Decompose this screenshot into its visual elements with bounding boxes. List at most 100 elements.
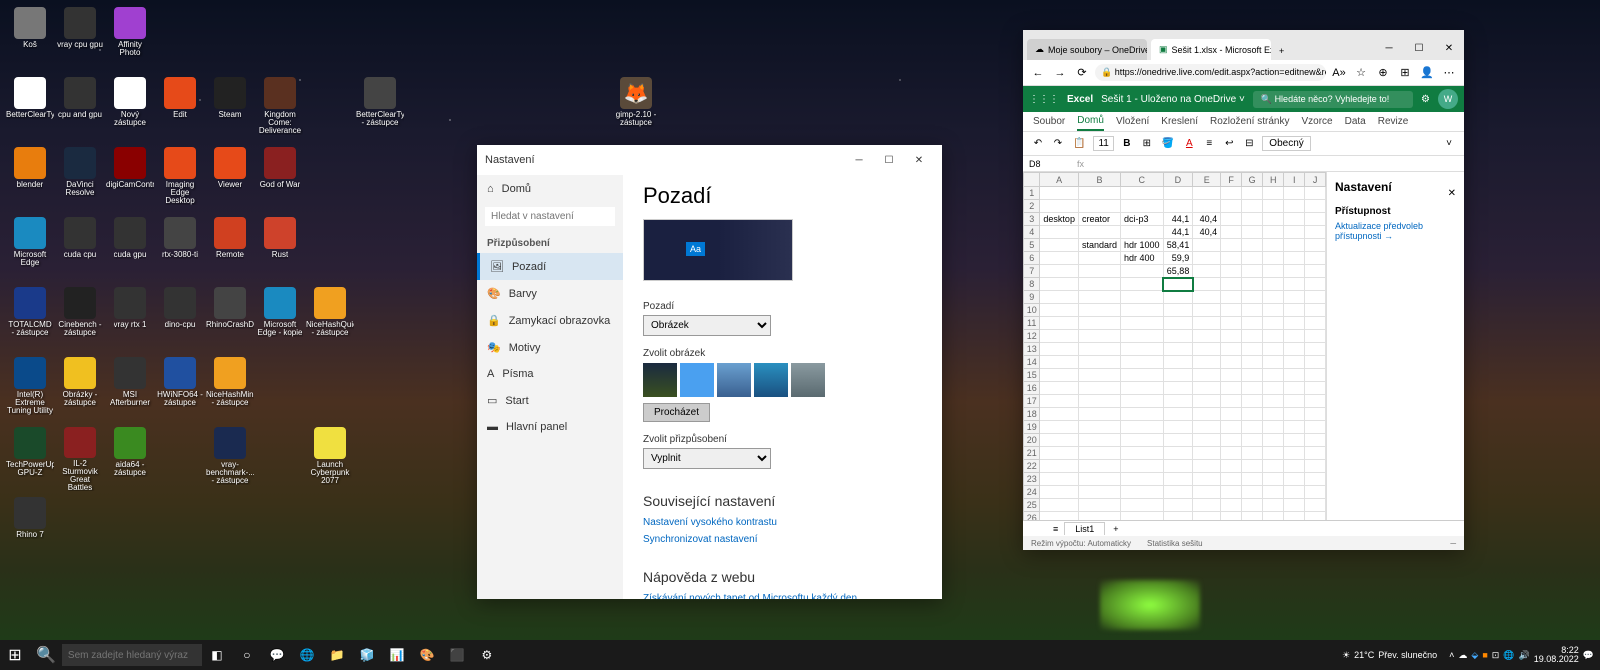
cell[interactable] [1284,512,1305,521]
desktop-icon[interactable]: Cinebench - zástupce [55,285,105,353]
cell[interactable]: hdr 400 [1120,252,1163,265]
settings-home[interactable]: ⌂Domů [477,175,623,203]
cell[interactable] [1120,473,1163,486]
cell[interactable] [1284,382,1305,395]
cell[interactable] [1284,187,1305,200]
cell[interactable] [1221,460,1242,473]
cell[interactable] [1163,304,1193,317]
collections-icon[interactable]: ⊕ [1374,64,1392,82]
cell[interactable] [1040,486,1079,499]
cell[interactable] [1221,278,1242,291]
cell[interactable] [1263,499,1284,512]
cell[interactable] [1040,460,1079,473]
cell[interactable] [1193,265,1221,278]
cell[interactable] [1263,239,1284,252]
cell[interactable] [1078,369,1120,382]
taskbar-search[interactable] [62,644,202,666]
cell[interactable] [1040,395,1079,408]
ribbon-tab[interactable]: Data [1345,113,1366,130]
cell[interactable] [1163,291,1193,304]
status-menu[interactable]: ─ [1450,539,1456,548]
cell[interactable] [1221,356,1242,369]
cell[interactable] [1040,200,1079,213]
cell[interactable] [1120,512,1163,521]
cell[interactable] [1241,317,1262,330]
col-header[interactable]: G [1241,173,1262,187]
cell[interactable]: standard [1078,239,1120,252]
cell[interactable] [1305,317,1326,330]
borders-button[interactable]: ⊞ [1140,136,1154,151]
cell[interactable] [1221,369,1242,382]
cell[interactable] [1221,434,1242,447]
taskbar-app[interactable]: 📁 [322,640,352,670]
desktop-icon[interactable]: Microsoft Edge - kopie [255,285,305,353]
settings-nav-item[interactable]: 🎭Motivy [477,334,623,361]
desktop-icon[interactable]: RhinoCrashDump [205,285,255,353]
settings-nav-item[interactable]: 🔒Zamykací obrazovka [477,307,623,334]
cell[interactable] [1163,369,1193,382]
cell[interactable] [1221,252,1242,265]
row-header[interactable]: 19 [1024,421,1040,434]
cell[interactable] [1305,239,1326,252]
cell[interactable] [1221,473,1242,486]
help-link[interactable]: Získávání nových tapet od Microsoftu kaž… [643,593,922,599]
desktop-icon[interactable]: Viewer [205,145,255,213]
cell[interactable] [1193,421,1221,434]
cell[interactable] [1193,512,1221,521]
cell[interactable]: dci-p3 [1120,213,1163,226]
cell[interactable] [1193,382,1221,395]
desktop-icon[interactable]: HWiNFO64 - zástupce [155,355,205,423]
cell[interactable] [1040,317,1079,330]
cell[interactable] [1163,200,1193,213]
cell[interactable] [1263,330,1284,343]
cell[interactable] [1263,252,1284,265]
desktop-icon[interactable]: MSI Afterburner [105,355,155,423]
cell[interactable] [1221,486,1242,499]
cell[interactable] [1078,226,1120,239]
cell[interactable] [1263,226,1284,239]
menu-icon[interactable]: ⋯ [1440,64,1458,82]
cell[interactable] [1221,187,1242,200]
tray-icon[interactable]: ■ [1482,650,1487,660]
cell[interactable] [1305,421,1326,434]
desktop-icon[interactable]: Rhino 7 [5,495,55,563]
row-header[interactable]: 18 [1024,408,1040,421]
settings-nav-item[interactable]: 🖼Pozadí [477,253,623,280]
cell[interactable] [1163,395,1193,408]
taskbar-app[interactable]: 🎨 [412,640,442,670]
settings-nav-item[interactable]: APísma [477,361,623,387]
font-color-button[interactable]: A [1182,136,1196,151]
cell[interactable] [1120,317,1163,330]
row-header[interactable]: 8 [1024,278,1040,291]
desktop-icon[interactable]: vray rtx 1 [105,285,155,353]
cell[interactable] [1305,291,1326,304]
cell[interactable]: creator [1078,213,1120,226]
close-button[interactable]: ✕ [1434,36,1464,60]
cell[interactable] [1040,343,1079,356]
col-header[interactable]: H [1263,173,1284,187]
network-icon[interactable]: 🌐 [1503,650,1514,661]
cell[interactable] [1193,499,1221,512]
cell[interactable] [1284,369,1305,382]
cell[interactable] [1263,356,1284,369]
paste-button[interactable]: 📋 [1071,136,1087,151]
ribbon-tab[interactable]: Kreslení [1161,113,1198,130]
ribbon-tab[interactable]: Vzorce [1301,113,1332,130]
cell[interactable] [1263,512,1284,521]
cell[interactable] [1163,187,1193,200]
cell[interactable] [1284,447,1305,460]
cell[interactable] [1120,291,1163,304]
settings-nav-item[interactable]: ▬Hlavní panel [477,414,623,440]
cell[interactable] [1284,330,1305,343]
cell[interactable] [1284,317,1305,330]
cell[interactable] [1241,356,1262,369]
cell-reference[interactable]: D8 [1029,159,1069,169]
cell[interactable] [1040,278,1079,291]
cell[interactable] [1163,278,1193,291]
desktop-icon[interactable]: BetterClearTypeT... - zástupce [355,75,405,143]
cell[interactable] [1078,187,1120,200]
cell[interactable] [1120,187,1163,200]
cell[interactable] [1305,356,1326,369]
row-header[interactable]: 26 [1024,512,1040,521]
cell[interactable] [1193,330,1221,343]
